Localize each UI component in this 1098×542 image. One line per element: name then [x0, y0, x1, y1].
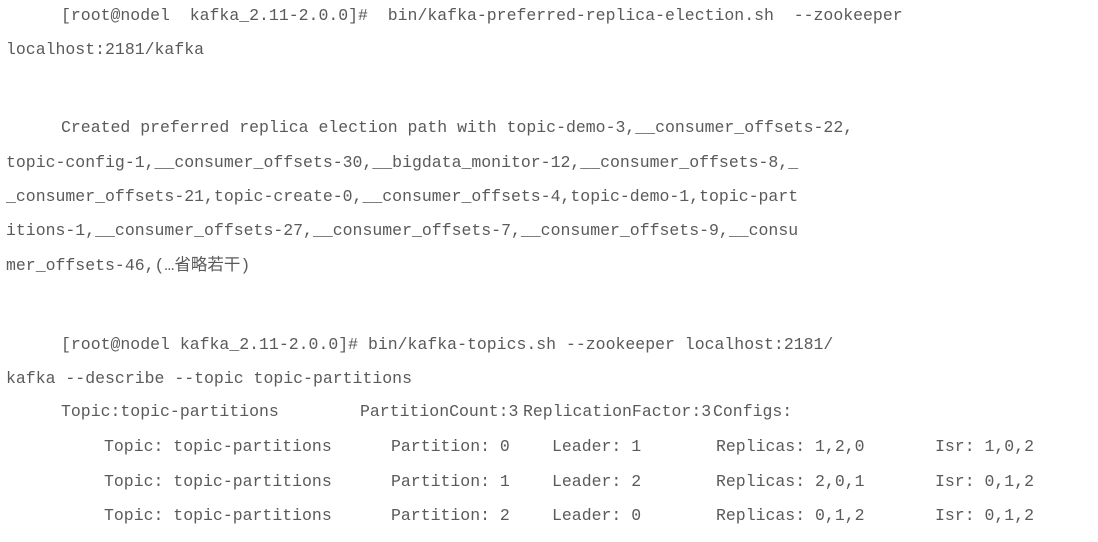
- election-output-line-1: Created preferred replica election path …: [61, 118, 854, 137]
- election-command-line-1: [root@nodel kafka_2.11-2.0.0]# bin/kafka…: [61, 6, 903, 25]
- row-partition: Partition: 0: [391, 437, 510, 456]
- terminal-document: [root@nodel kafka_2.11-2.0.0]# bin/kafka…: [0, 0, 1098, 542]
- row-topic: Topic: topic-partitions: [104, 506, 332, 525]
- election-output-line-3: _consumer_offsets-21,topic-create-0,__co…: [6, 187, 799, 206]
- election-output-line-4: itions-1,__consumer_offsets-27,__consume…: [6, 221, 799, 240]
- row-replicas: Replicas: 0,1,2: [716, 506, 865, 525]
- election-output-line-2: topic-config-1,__consumer_offsets-30,__b…: [6, 153, 799, 172]
- row-partition: Partition: 1: [391, 472, 510, 491]
- summary-configs: Configs:: [713, 402, 793, 421]
- describe-command-line-1: [root@nodel kafka_2.11-2.0.0]# bin/kafka…: [61, 335, 834, 354]
- election-output-line-5: mer_offsets-46,(…省略若干): [6, 256, 251, 275]
- describe-command-line-2: kafka --describe --topic topic-partition…: [6, 369, 412, 388]
- row-topic: Topic: topic-partitions: [104, 437, 332, 456]
- row-isr: Isr: 0,1,2: [935, 506, 1035, 525]
- row-leader: Leader: 2: [552, 472, 642, 491]
- election-command-line-2: localhost:2181/kafka: [6, 40, 205, 59]
- row-partition: Partition: 2: [391, 506, 510, 525]
- row-leader: Leader: 0: [552, 506, 642, 525]
- row-leader: Leader: 1: [552, 437, 642, 456]
- row-replicas: Replicas: 2,0,1: [716, 472, 865, 491]
- summary-topic: Topic:topic-partitions: [61, 402, 279, 421]
- summary-partition-count: PartitionCount:3: [360, 402, 519, 421]
- summary-replication-factor: ReplicationFactor:3: [523, 402, 712, 421]
- row-topic: Topic: topic-partitions: [104, 472, 332, 491]
- row-isr: Isr: 0,1,2: [935, 472, 1035, 491]
- row-isr: Isr: 1,0,2: [935, 437, 1035, 456]
- row-replicas: Replicas: 1,2,0: [716, 437, 865, 456]
